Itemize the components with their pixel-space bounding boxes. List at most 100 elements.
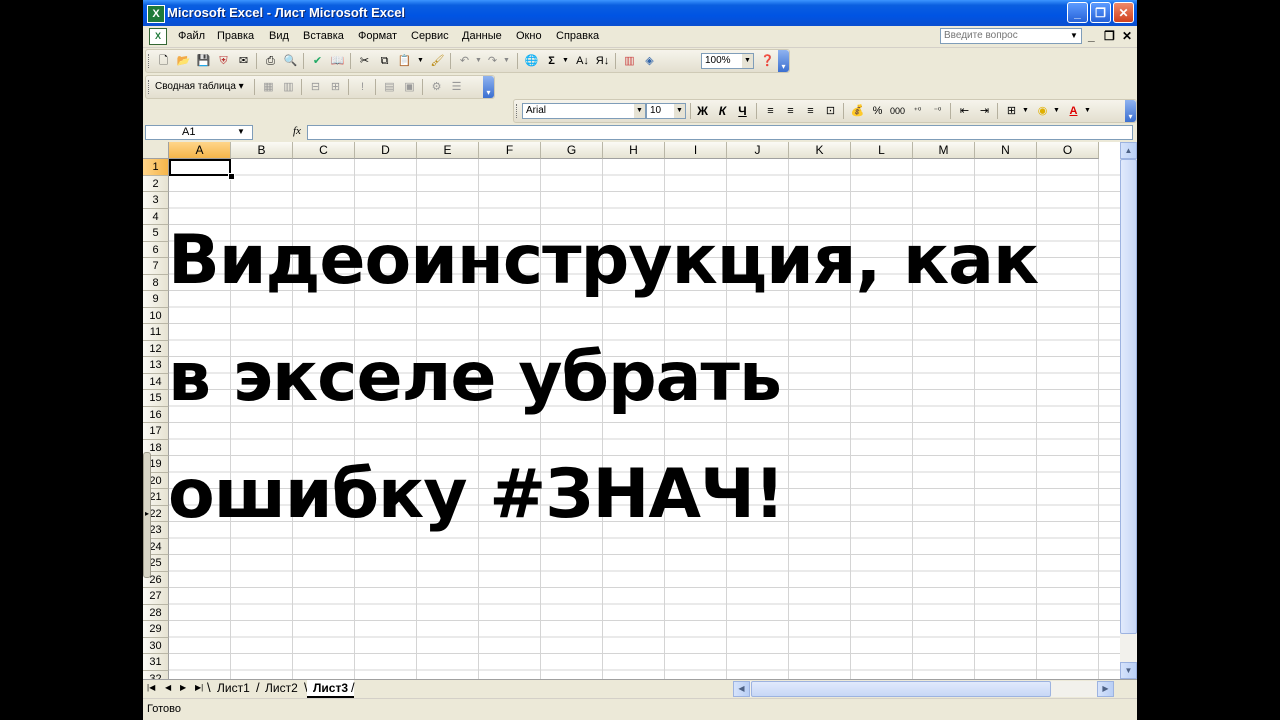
next-sheet-icon[interactable]: ▶: [180, 683, 186, 692]
doc-restore-button[interactable]: ❐: [1104, 29, 1115, 43]
scroll-left-button[interactable]: ◀: [733, 681, 750, 697]
format-painter-icon[interactable]: 🖌: [429, 53, 446, 69]
include-hidden-icon[interactable]: ▤: [381, 79, 398, 95]
chevron-down-icon[interactable]: ▼: [634, 104, 645, 118]
formula-input[interactable]: [307, 125, 1133, 140]
row-header[interactable]: 15: [143, 390, 169, 407]
cut-icon[interactable]: ✂: [356, 53, 373, 69]
row-header[interactable]: 4: [143, 208, 169, 225]
side-panel-handle[interactable]: ▸: [143, 452, 151, 578]
refresh-icon[interactable]: !: [354, 79, 371, 95]
prev-sheet-icon[interactable]: ◀: [165, 683, 171, 692]
horizontal-scrollbar[interactable]: ◀ ▶: [733, 681, 1114, 697]
increase-decimal-icon[interactable]: ⁺⁰: [909, 103, 926, 119]
column-header[interactable]: O: [1037, 142, 1099, 159]
align-left-icon[interactable]: ≡: [762, 103, 779, 119]
chevron-down-icon[interactable]: ▼: [498, 53, 515, 69]
column-header[interactable]: N: [975, 142, 1037, 159]
hide-detail-icon[interactable]: ⊟: [307, 79, 324, 95]
sheet-tab-1[interactable]: Лист1: [211, 680, 256, 696]
sheet-tab-2[interactable]: Лист2: [259, 680, 304, 696]
field-list-icon[interactable]: ☰: [448, 79, 465, 95]
merge-center-icon[interactable]: ⊡: [822, 103, 839, 119]
always-display-icon[interactable]: ▣: [401, 79, 418, 95]
minimize-button[interactable]: _: [1067, 2, 1088, 23]
chevron-down-icon[interactable]: ▼: [1048, 103, 1065, 119]
email-icon[interactable]: ✉: [235, 53, 252, 69]
horizontal-scroll-thumb[interactable]: [751, 681, 1051, 697]
help-icon[interactable]: ❓: [759, 53, 776, 69]
percent-button[interactable]: %: [869, 103, 886, 119]
close-button[interactable]: ✕: [1113, 2, 1134, 23]
maximize-button[interactable]: ❐: [1090, 2, 1111, 23]
italic-button[interactable]: К: [714, 103, 731, 119]
menu-insert[interactable]: Вставка: [303, 30, 344, 42]
spelling-icon[interactable]: ✔: [309, 53, 326, 69]
field-settings-icon[interactable]: ⚙: [428, 79, 445, 95]
chevron-down-icon[interactable]: ▼: [742, 54, 753, 68]
toolbar-grip[interactable]: [148, 80, 152, 94]
hyperlink-icon[interactable]: 🌐: [523, 53, 540, 69]
first-sheet-icon[interactable]: |◀: [147, 683, 155, 692]
row-header[interactable]: 1: [143, 159, 169, 176]
ask-question-input[interactable]: [941, 29, 1068, 42]
print-preview-icon[interactable]: 🔍: [282, 53, 299, 69]
active-cell[interactable]: [169, 159, 231, 176]
sheet-tab-3[interactable]: Лист3: [307, 680, 355, 698]
column-header[interactable]: F: [479, 142, 541, 159]
row-header[interactable]: 27: [143, 588, 169, 605]
chart-wizard-icon[interactable]: ▥: [621, 53, 638, 69]
column-header[interactable]: E: [417, 142, 479, 159]
column-header[interactable]: B: [231, 142, 293, 159]
column-header[interactable]: L: [851, 142, 913, 159]
menu-edit[interactable]: Правка: [217, 30, 254, 42]
permission-icon[interactable]: ⛨: [215, 53, 232, 69]
scroll-down-button[interactable]: ▼: [1120, 662, 1137, 679]
pivot-chart-icon[interactable]: ▥: [280, 79, 297, 95]
row-header[interactable]: 28: [143, 604, 169, 621]
fill-handle[interactable]: [228, 173, 235, 180]
fx-icon[interactable]: fx: [293, 125, 301, 137]
row-header[interactable]: 17: [143, 423, 169, 440]
print-icon[interactable]: ⎙: [262, 53, 279, 69]
select-all-button[interactable]: [143, 142, 169, 159]
increase-indent-icon[interactable]: ⇥: [976, 103, 993, 119]
sort-asc-icon[interactable]: A↓: [574, 53, 591, 69]
font-size-combo[interactable]: 10 ▼: [646, 103, 686, 119]
column-header[interactable]: K: [789, 142, 851, 159]
zoom-combo[interactable]: 100% ▼: [701, 53, 754, 69]
row-header[interactable]: 30: [143, 637, 169, 654]
row-header[interactable]: 5: [143, 225, 169, 242]
format-report-icon[interactable]: ▦: [260, 79, 277, 95]
last-sheet-icon[interactable]: ▶|: [195, 683, 203, 692]
toolbar-options-icon[interactable]: ▾: [778, 50, 789, 72]
chevron-down-icon[interactable]: ▼: [412, 53, 429, 69]
row-header[interactable]: 29: [143, 621, 169, 638]
sort-desc-icon[interactable]: Я↓: [594, 53, 611, 69]
menu-view[interactable]: Вид: [269, 30, 289, 42]
document-icon[interactable]: X: [149, 28, 167, 45]
row-header[interactable]: 12: [143, 340, 169, 357]
row-header[interactable]: 9: [143, 291, 169, 308]
font-name-combo[interactable]: Arial ▼: [522, 103, 646, 119]
row-header[interactable]: 8: [143, 274, 169, 291]
new-icon[interactable]: 🗋: [155, 53, 172, 69]
row-header[interactable]: 14: [143, 373, 169, 390]
doc-minimize-button[interactable]: _: [1088, 29, 1095, 43]
column-header[interactable]: C: [293, 142, 355, 159]
row-header[interactable]: 16: [143, 406, 169, 423]
column-header[interactable]: M: [913, 142, 975, 159]
decrease-indent-icon[interactable]: ⇤: [956, 103, 973, 119]
row-header[interactable]: 10: [143, 307, 169, 324]
paste-icon[interactable]: 📋: [396, 53, 413, 69]
column-header[interactable]: G: [541, 142, 603, 159]
align-right-icon[interactable]: ≡: [802, 103, 819, 119]
thousands-button[interactable]: 000: [889, 103, 906, 119]
column-header[interactable]: A: [169, 142, 231, 159]
menu-help[interactable]: Справка: [556, 30, 599, 42]
chevron-down-icon[interactable]: ▼: [1017, 103, 1034, 119]
menu-tools[interactable]: Сервис: [411, 30, 449, 42]
chevron-down-icon[interactable]: ▼: [237, 127, 245, 136]
menu-file[interactable]: Файл: [178, 30, 205, 42]
column-header[interactable]: H: [603, 142, 665, 159]
